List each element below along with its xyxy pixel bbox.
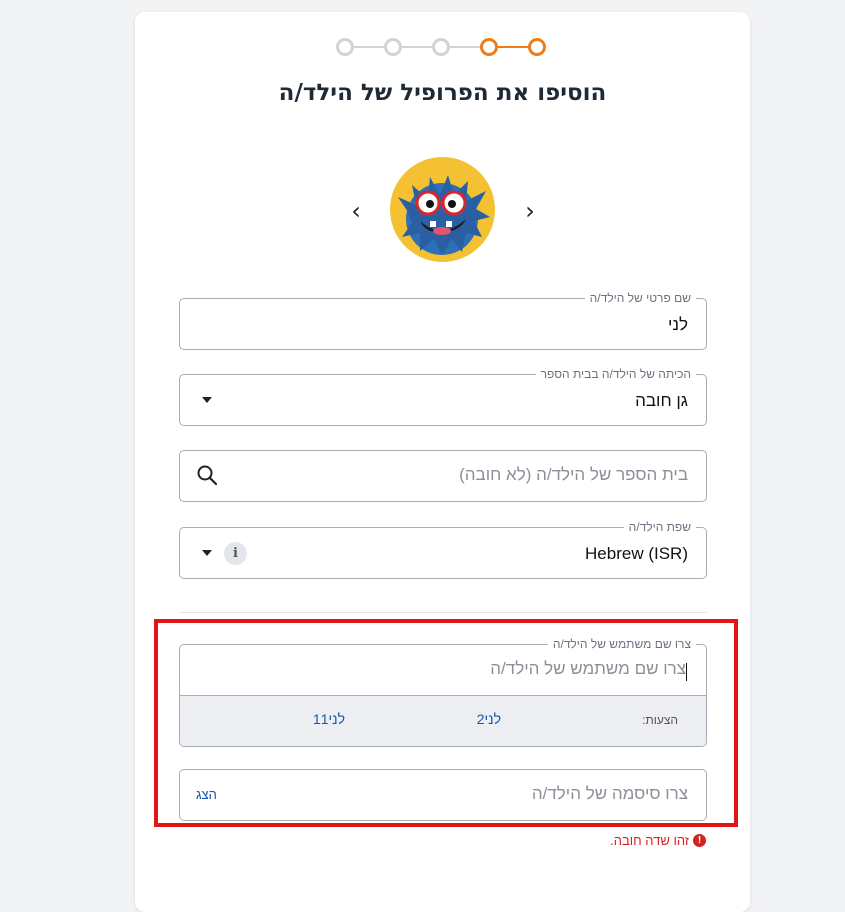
first-name-label: שם פרטי של הילד/ה	[584, 291, 696, 305]
first-name-value: לני	[667, 315, 688, 334]
school-search-input[interactable]: בית הספר של הילד/ה (לא חובה)	[179, 450, 707, 502]
page-title: הוסיפו את הפרופיל של הילד/ה	[278, 80, 607, 106]
step-connector	[450, 46, 480, 48]
step-connector	[354, 46, 384, 48]
search-icon[interactable]	[196, 464, 218, 491]
language-label: שפת הילד/ה	[623, 520, 696, 534]
error-text: זהו שדה חובה.	[610, 833, 689, 848]
grade-value: גן חובה	[635, 391, 688, 410]
step-3-dot	[432, 38, 450, 56]
required-field-error: ! זהו שדה חובה.	[610, 833, 706, 848]
blue-monster-avatar	[390, 157, 495, 262]
step-connector-active	[498, 46, 528, 48]
step-connector	[402, 46, 432, 48]
school-placeholder: בית הספר של הילד/ה (לא חובה)	[459, 465, 688, 484]
step-2-dot	[384, 38, 402, 56]
highlight-box	[154, 619, 738, 827]
language-value: Hebrew (ISR)	[585, 544, 688, 563]
section-divider	[179, 612, 707, 613]
step-4-dot	[480, 38, 498, 56]
step-5-dot-current	[528, 38, 546, 56]
chevron-down-icon[interactable]	[202, 397, 212, 403]
step-1-dot	[336, 38, 354, 56]
avatar-prev-button[interactable]: ‹	[346, 199, 366, 223]
grade-select[interactable]: הכיתה של הילד/ה בבית הספר גן חובה	[179, 367, 707, 426]
chevron-down-icon[interactable]	[202, 550, 212, 556]
progress-stepper	[336, 38, 548, 56]
error-icon: !	[693, 834, 706, 847]
language-select[interactable]: שפת הילד/ה Hebrew (ISR) i	[179, 520, 707, 579]
grade-label: הכיתה של הילד/ה בבית הספר	[535, 367, 696, 381]
first-name-field[interactable]: שם פרטי של הילד/ה לני	[179, 291, 707, 350]
info-icon[interactable]: i	[224, 542, 247, 565]
avatar-next-button[interactable]: ›	[520, 199, 540, 223]
